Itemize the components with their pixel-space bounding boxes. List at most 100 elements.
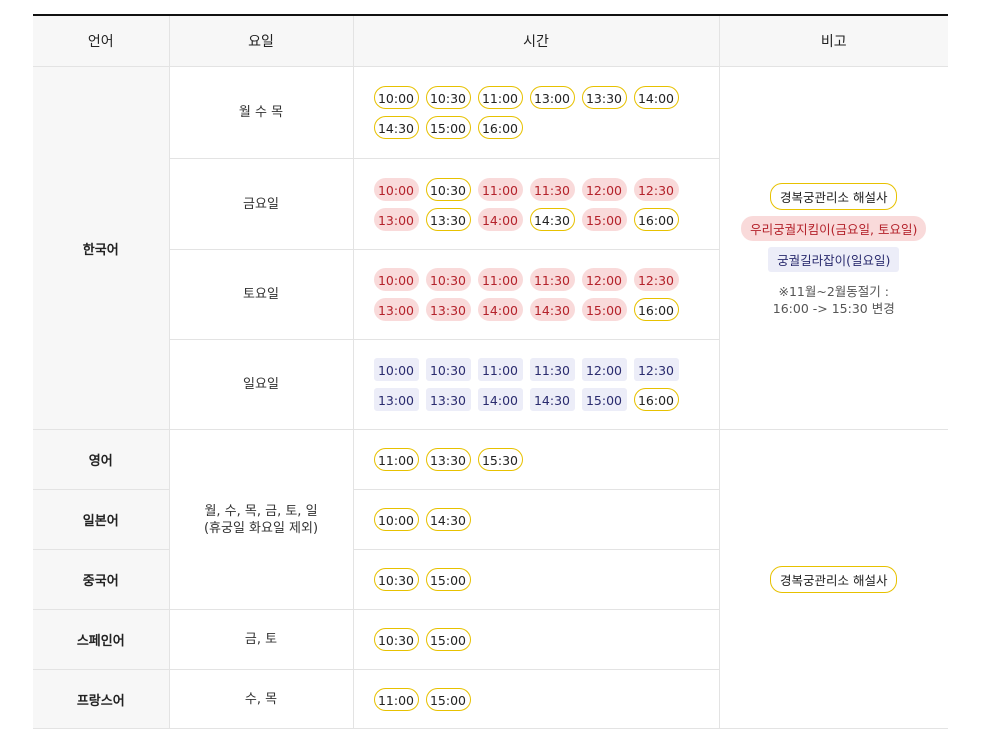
time-cell: 10:00 10:30 11:00 11:30 12:00 12:30 13:00 13:30… xyxy=(352,158,719,250)
time-slot: 13:00 xyxy=(373,207,419,231)
time-slot: 13:00 xyxy=(373,298,419,321)
time-slot: 15:00 xyxy=(425,628,471,651)
language-english: 영어 xyxy=(33,429,169,490)
time-slot: 13:30 xyxy=(581,86,627,109)
time-slot: 10:00 xyxy=(373,268,419,291)
days-cell: 수, 목 xyxy=(168,669,353,729)
guide-official-badge: 경복궁관리소 해설사 xyxy=(770,565,898,593)
time-slot: 11:00 xyxy=(477,177,523,201)
time-slot: 14:00 xyxy=(477,388,523,411)
time-list: 10:00 10:30 11:00 13:00 13:30 14:00 14:30 15:00… xyxy=(373,86,704,139)
time-slot: 11:30 xyxy=(529,358,575,381)
note-foreign: 경복궁관리소 해설사 xyxy=(718,429,948,729)
time-slot: 10:00 xyxy=(373,508,419,531)
time-slot: 13:00 xyxy=(373,388,419,411)
korean-row-1: 한국어 월 수 목 10:00 10:30 11:00 13:00 13:30 14:00… xyxy=(33,66,948,430)
header-row: 언어 요일 시간 비고 xyxy=(33,15,948,67)
time-slot: 15:00 xyxy=(581,388,627,411)
time-slot: 12:00 xyxy=(581,268,627,291)
winter-notice-line1: ※11월~2월동절기 : xyxy=(778,283,890,299)
schedule-wrapper: 언어 요일 시간 비고 한국어 월 수 목 10:00 10:30 11:00 13:… xyxy=(33,14,948,729)
time-slot: 10:00 xyxy=(373,86,419,109)
time-slot: 13:30 xyxy=(425,207,471,231)
time-cell: 10:00 10:30 11:00 13:00 13:30 14:00 14:30 15:00… xyxy=(352,66,719,159)
time-list: 10:00 14:30 xyxy=(373,508,704,531)
time-slot: 11:00 xyxy=(373,448,419,471)
time-slot: 13:30 xyxy=(425,298,471,321)
time-cell: 10:30 15:00 xyxy=(352,609,719,670)
time-slot: 15:30 xyxy=(477,448,523,471)
time-slot: 16:00 xyxy=(477,116,523,139)
time-list: 10:30 15:00 xyxy=(373,568,704,591)
guide-path-badge: 궁궐길라잡이(일요일) xyxy=(768,246,900,272)
time-slot: 14:30 xyxy=(529,388,575,411)
time-slot: 13:00 xyxy=(529,86,575,109)
time-slot: 10:30 xyxy=(425,86,471,109)
time-slot: 14:30 xyxy=(529,298,575,321)
time-slot: 14:30 xyxy=(373,116,419,139)
time-slot: 12:30 xyxy=(633,358,679,381)
tour-schedule-table: 언어 요일 시간 비고 한국어 월 수 목 10:00 10:30 11:00 13:… xyxy=(33,14,948,729)
time-cell: 10:30 15:00 xyxy=(352,549,719,610)
time-list: 11:00 15:00 xyxy=(373,687,704,711)
time-slot: 14:00 xyxy=(633,86,679,109)
header-language: 언어 xyxy=(33,15,169,67)
time-slot: 12:00 xyxy=(581,177,627,201)
time-cell: 11:00 15:00 xyxy=(352,669,719,729)
days-cell: 금, 토 xyxy=(168,609,353,670)
time-slot: 16:00 xyxy=(633,207,679,231)
time-slot: 12:30 xyxy=(633,177,679,201)
header-note: 비고 xyxy=(718,15,948,67)
time-slot: 11:30 xyxy=(529,177,575,201)
days-cell: 토요일 xyxy=(168,249,353,340)
time-slot: 16:00 xyxy=(633,388,679,411)
guide-official-badge: 경복궁관리소 해설사 xyxy=(770,182,898,210)
time-slot: 15:00 xyxy=(425,687,471,711)
time-slot: 12:00 xyxy=(581,358,627,381)
days-shared: 월, 수, 목, 금, 토, 일 (휴궁일 화요일 제외) xyxy=(168,429,353,610)
days-cell: 일요일 xyxy=(168,339,353,430)
time-slot: 14:00 xyxy=(477,298,523,321)
time-cell: 11:00 13:30 15:30 xyxy=(352,429,719,490)
time-list: 10:30 15:00 xyxy=(373,628,704,651)
note-korean: 경복궁관리소 해설사 우리궁궐지킴이(금요일, 토요일) 궁궐길라잡이(일요일)… xyxy=(718,66,949,430)
time-list: 11:00 13:30 15:30 xyxy=(373,448,704,471)
header-time: 시간 xyxy=(352,15,719,67)
time-slot: 11:00 xyxy=(477,268,523,291)
time-slot: 11:30 xyxy=(529,268,575,291)
language-korean: 한국어 xyxy=(33,66,169,430)
time-slot: 12:30 xyxy=(633,268,679,291)
days-cell: 월 수 목 xyxy=(168,66,353,159)
time-cell: 10:00 14:30 xyxy=(352,489,719,550)
time-slot: 10:30 xyxy=(425,268,471,291)
time-cell: 10:00 10:30 11:00 11:30 12:00 12:30 13:00 13:30… xyxy=(352,339,719,430)
language-spanish: 스페인어 xyxy=(33,609,169,670)
language-chinese: 중국어 xyxy=(33,549,169,610)
time-slot: 10:30 xyxy=(425,177,471,201)
time-slot: 11:00 xyxy=(477,86,523,109)
winter-notice: ※11월~2월동절기 : 16:00 -> 15:30 변경 xyxy=(720,283,949,317)
time-slot: 11:00 xyxy=(373,687,419,711)
time-slot: 15:00 xyxy=(581,298,627,321)
time-slot: 11:00 xyxy=(477,358,523,381)
days-shared-line2: (휴궁일 화요일 제외) xyxy=(203,520,319,536)
time-slot: 15:00 xyxy=(425,116,471,139)
language-french: 프랑스어 xyxy=(33,669,169,729)
time-slot: 14:30 xyxy=(425,508,471,531)
days-cell: 금요일 xyxy=(168,158,353,250)
time-list: 10:00 10:30 11:00 11:30 12:00 12:30 13:00 13:30… xyxy=(373,358,704,411)
time-slot: 10:30 xyxy=(425,358,471,381)
time-slot: 15:00 xyxy=(425,568,471,591)
time-slot: 16:00 xyxy=(633,298,679,321)
time-slot: 10:30 xyxy=(373,568,419,591)
time-slot: 14:00 xyxy=(477,207,523,231)
time-slot: 13:30 xyxy=(425,388,471,411)
winter-notice-line2: 16:00 -> 15:30 변경 xyxy=(772,300,895,316)
time-slot: 13:30 xyxy=(425,448,471,471)
time-slot: 10:00 xyxy=(373,177,419,201)
time-cell: 10:00 10:30 11:00 11:30 12:00 12:30 13:00 13:30… xyxy=(352,249,719,340)
header-days: 요일 xyxy=(168,15,353,67)
time-list: 10:00 10:30 11:00 11:30 12:00 12:30 13:00 13:30… xyxy=(373,268,704,321)
language-japanese: 일본어 xyxy=(33,489,169,550)
time-slot: 10:00 xyxy=(373,358,419,381)
